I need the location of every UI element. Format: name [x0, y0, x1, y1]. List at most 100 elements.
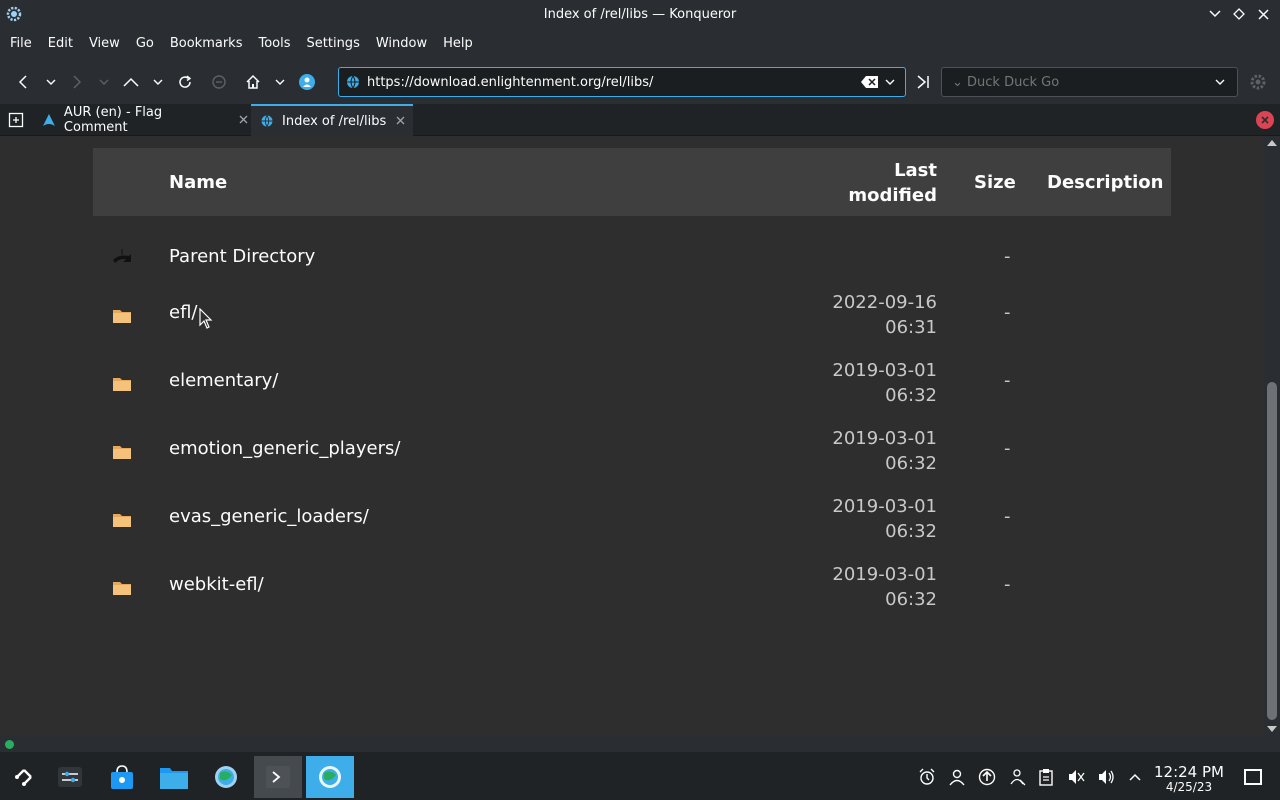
up-history-button[interactable]	[147, 71, 169, 93]
clock-time[interactable]: 12:24 PM	[1150, 763, 1228, 781]
search-bar[interactable]	[941, 67, 1238, 97]
tray-clipboard[interactable]	[1036, 767, 1056, 787]
gear-icon[interactable]	[1248, 72, 1268, 92]
menu-file[interactable]: File	[2, 29, 40, 59]
close-window-button[interactable]	[1254, 5, 1272, 23]
tray-expand[interactable]	[1125, 767, 1145, 787]
parent-directory-link[interactable]: Parent Directory	[169, 246, 315, 267]
minimize-button[interactable]	[1206, 5, 1224, 23]
home-history-button[interactable]	[269, 71, 291, 93]
maximize-button[interactable]	[1230, 5, 1248, 23]
konqueror-app-icon[interactable]	[6, 6, 22, 22]
directory-link[interactable]: emotion_generic_players/	[169, 438, 400, 459]
scroll-up-icon[interactable]	[1267, 140, 1277, 146]
tab-close-button[interactable]	[239, 113, 248, 128]
user-agent-button[interactable]	[296, 71, 318, 93]
speaker-muted-icon	[1069, 770, 1085, 784]
terminal-icon	[266, 766, 290, 788]
close-current-tab-button[interactable]	[1256, 111, 1274, 129]
row-date: 2019-03-01	[832, 564, 937, 585]
menu-bookmarks[interactable]: Bookmarks	[162, 29, 251, 59]
tray-microphone-muted[interactable]	[1066, 767, 1086, 787]
search-input[interactable]	[952, 74, 1215, 90]
forward-button[interactable]	[66, 71, 88, 93]
directory-link[interactable]: elementary/	[169, 370, 278, 391]
column-header-description[interactable]: Description	[1047, 172, 1163, 193]
chevron-down-icon	[885, 79, 895, 85]
menu-go[interactable]: Go	[128, 29, 162, 59]
row-last-modified: 2019-03-01 06:32	[832, 426, 937, 476]
row-time: 06:32	[885, 385, 937, 406]
url-text[interactable]: https://download.enlightenment.org/rel/l…	[367, 75, 861, 90]
scroll-down-icon[interactable]	[1267, 726, 1277, 732]
header-line: Last	[894, 160, 937, 181]
close-icon	[396, 116, 405, 124]
go-button[interactable]	[913, 71, 933, 93]
tray-network[interactable]	[1007, 767, 1027, 787]
directory-link[interactable]: webkit-efl/	[169, 574, 264, 595]
menu-window[interactable]: Window	[368, 29, 435, 59]
column-header-last-modified[interactable]: Last modified	[848, 158, 937, 208]
menu-edit[interactable]: Edit	[40, 29, 81, 59]
navigation-toolbar: https://download.enlightenment.org/rel/l…	[0, 59, 1280, 104]
search-engine-dropdown[interactable]	[1215, 76, 1229, 89]
row-last-modified: 2019-03-01 06:32	[832, 562, 937, 612]
chevron-down-icon	[46, 79, 56, 85]
launcher-icon	[15, 769, 32, 786]
new-tab-icon	[8, 112, 24, 128]
application-launcher-button[interactable]	[0, 756, 48, 798]
chevron-down-icon	[1215, 79, 1225, 85]
table-row: evas_generic_loaders/ 2019-03-01 06:32 -	[93, 492, 1171, 552]
row-size: -	[1004, 302, 1011, 323]
user-agent-icon	[299, 74, 315, 90]
listing-header: Name Last modified Size Description	[93, 148, 1171, 216]
reload-icon	[179, 75, 192, 88]
column-header-size[interactable]: Size	[974, 172, 1016, 193]
menu-settings[interactable]: Settings	[299, 29, 368, 59]
task-item-terminal[interactable]	[254, 756, 302, 798]
vertical-scrollbar[interactable]	[1264, 136, 1280, 736]
home-button[interactable]	[242, 71, 264, 93]
directory-link[interactable]: efl/	[169, 302, 197, 323]
shopping-bag-icon	[111, 765, 133, 789]
globe-icon	[347, 75, 359, 89]
back-button[interactable]	[12, 71, 34, 93]
tray-volume[interactable]	[1096, 767, 1116, 787]
tray-notifications[interactable]	[917, 767, 937, 787]
tray-user[interactable]	[947, 767, 967, 787]
close-icon	[1257, 8, 1269, 20]
task-item-konqueror-active[interactable]	[306, 756, 354, 798]
menu-tools[interactable]: Tools	[250, 29, 298, 59]
forward-history-button[interactable]	[93, 71, 115, 93]
tray-updates[interactable]	[977, 767, 997, 787]
menu-view[interactable]: View	[81, 29, 128, 59]
location-bar[interactable]: https://download.enlightenment.org/rel/l…	[338, 67, 906, 97]
menu-help[interactable]: Help	[435, 29, 481, 59]
tab-aur-flag-comment[interactable]: AUR (en) - Flag Comment	[34, 104, 248, 136]
task-item-discover[interactable]	[98, 756, 146, 798]
tab-close-button[interactable]	[396, 114, 405, 129]
task-item-konqueror-1[interactable]	[202, 756, 250, 798]
location-history-dropdown[interactable]	[885, 76, 899, 89]
taskbar	[0, 752, 1280, 800]
close-icon	[239, 115, 248, 123]
tab-index-rel-libs[interactable]: Index of /rel/libs	[251, 104, 413, 136]
back-history-button[interactable]	[40, 71, 62, 93]
row-time: 06:32	[885, 453, 937, 474]
column-header-name[interactable]: Name	[169, 172, 227, 193]
task-item-settings[interactable]	[46, 756, 94, 798]
task-item-file-manager[interactable]	[150, 756, 198, 798]
show-desktop-button[interactable]	[1244, 769, 1262, 785]
scrollbar-thumb[interactable]	[1267, 382, 1277, 720]
folder-icon	[113, 514, 131, 527]
stop-button[interactable]	[208, 71, 230, 93]
chevron-down-icon	[99, 79, 109, 85]
clock-date[interactable]: 4/25/23	[1150, 780, 1228, 794]
directory-link[interactable]: evas_generic_loaders/	[169, 506, 369, 527]
reload-button[interactable]	[174, 71, 196, 93]
clear-text-icon[interactable]	[861, 75, 879, 89]
new-tab-button[interactable]	[4, 108, 28, 132]
connection-status-icon	[5, 740, 14, 749]
alarm-clock-icon	[919, 768, 935, 785]
up-button[interactable]	[120, 71, 142, 93]
